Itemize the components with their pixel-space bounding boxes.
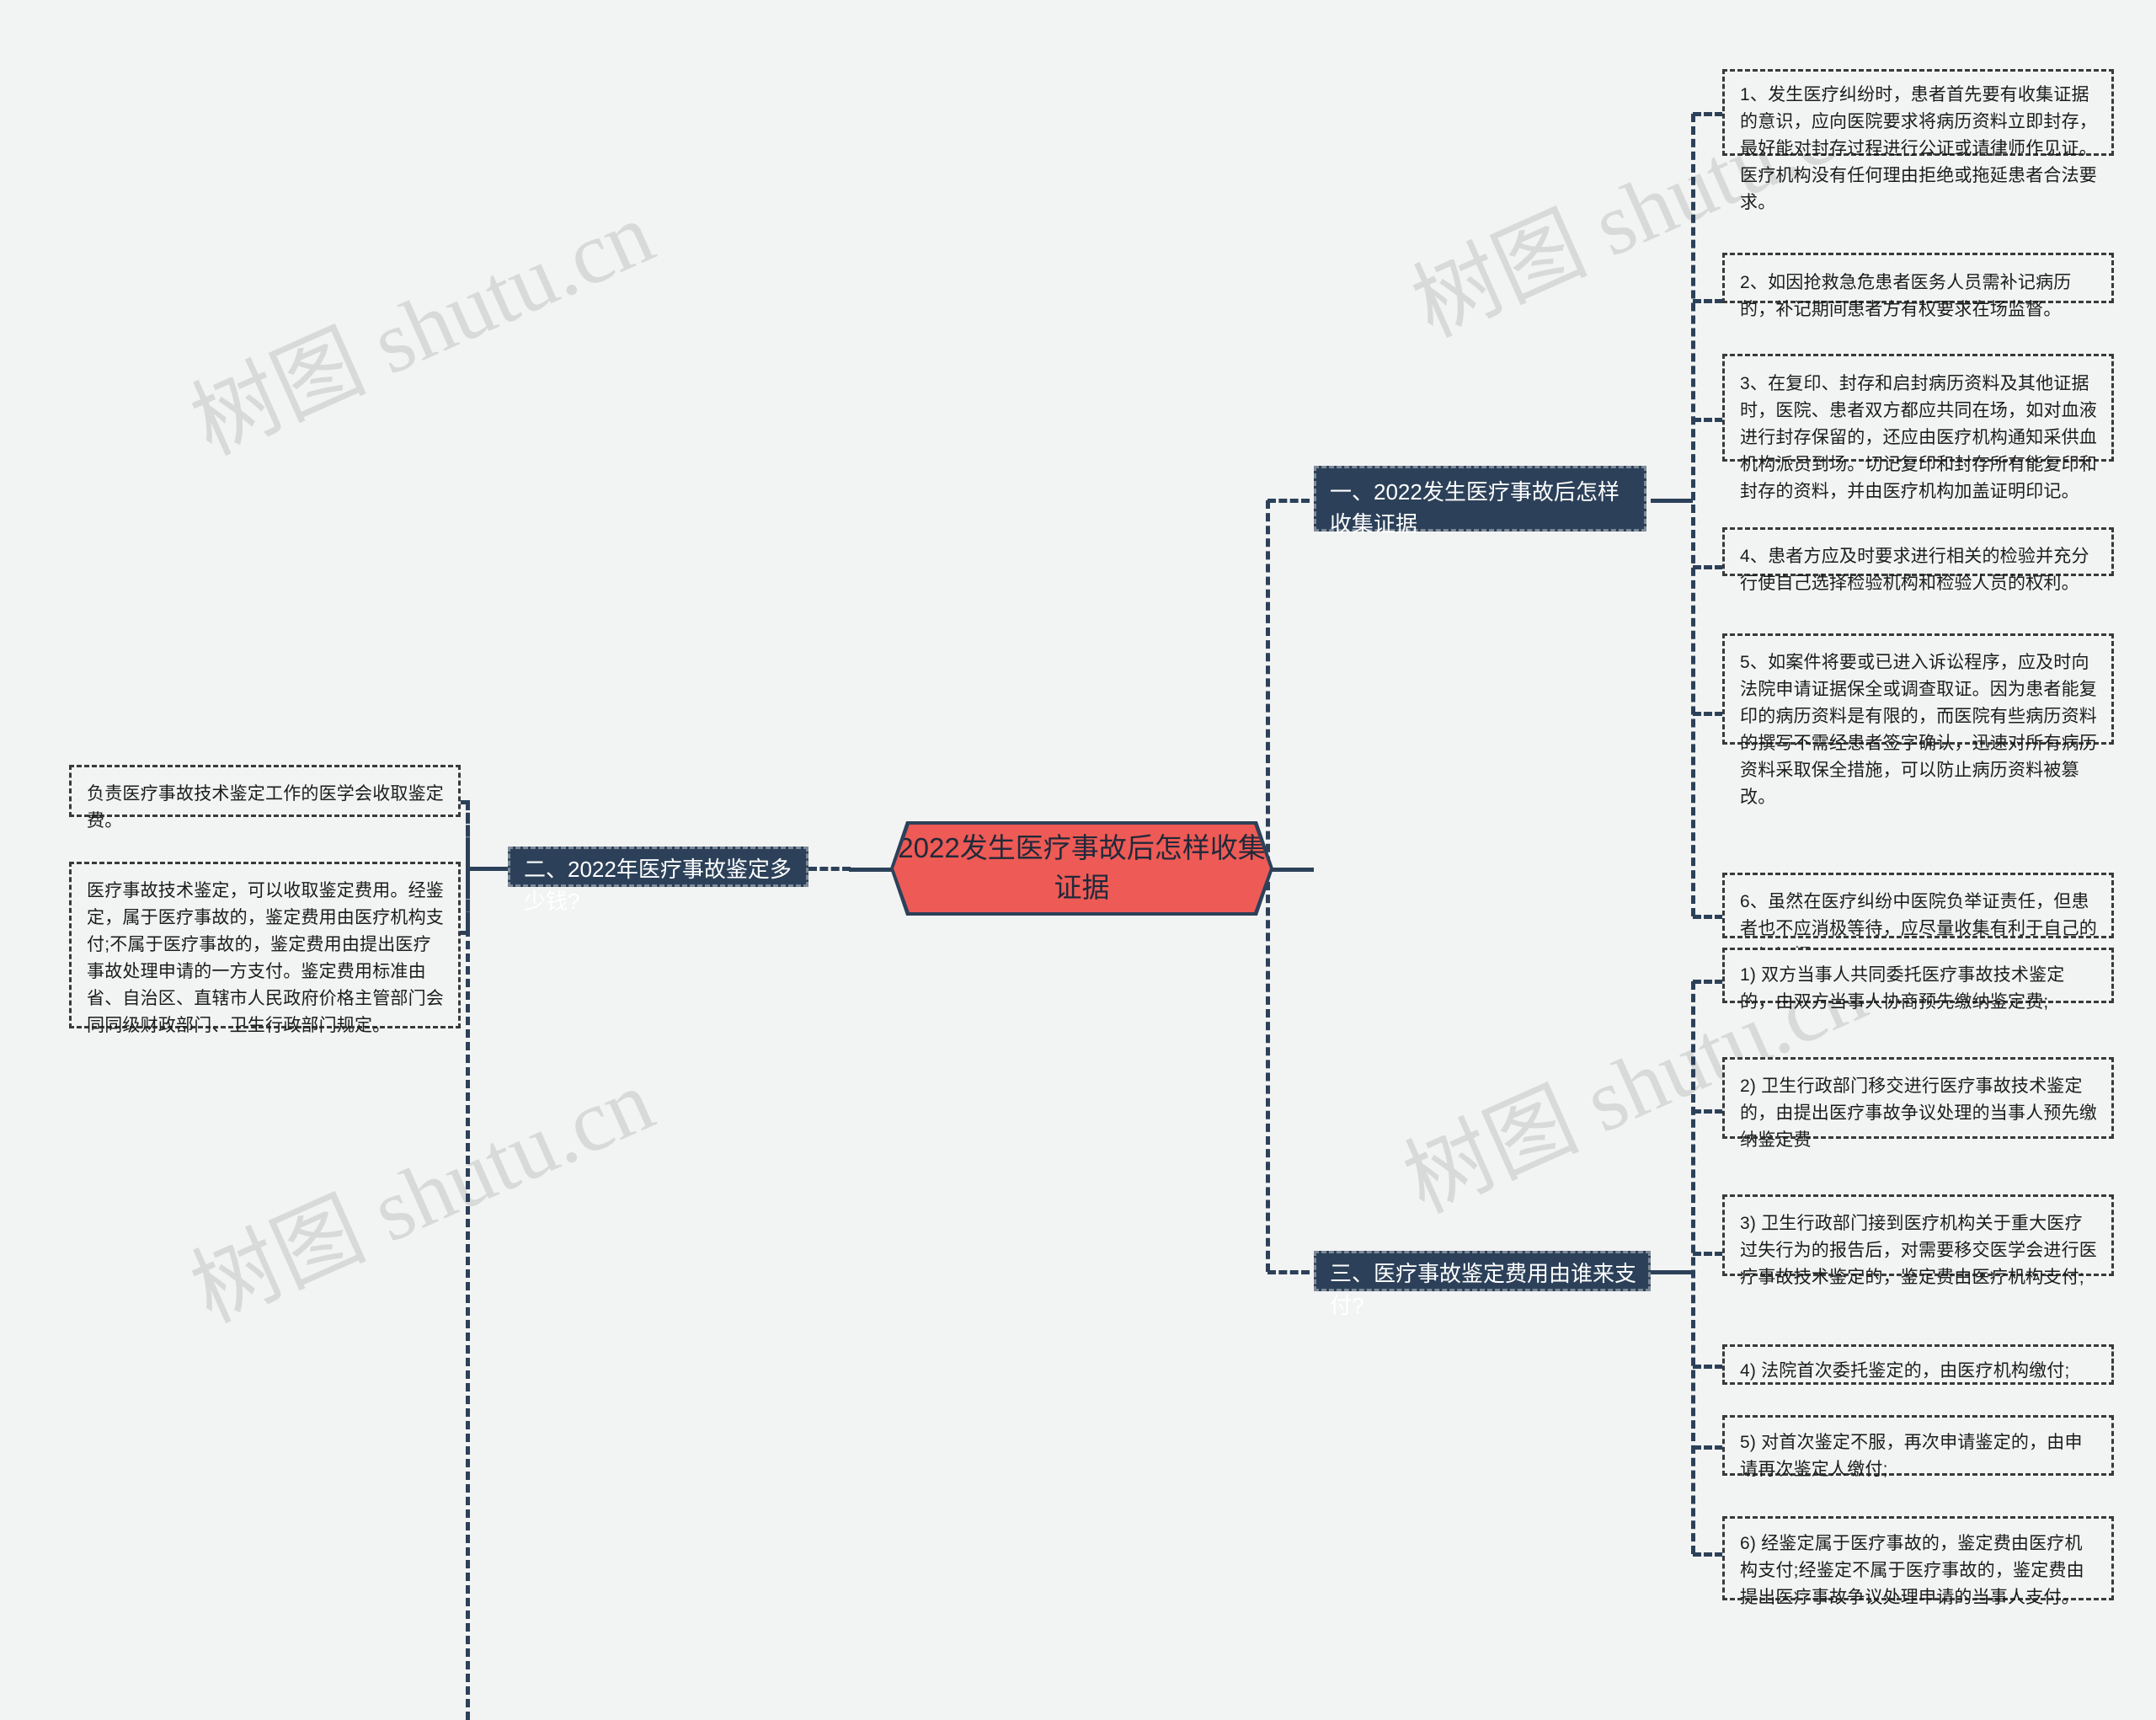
branch-node-3[interactable]: 三、医疗事故鉴定费用由谁来支付? xyxy=(1314,1251,1651,1318)
leaf-box[interactable]: 2、如因抢救急危患者医务人员需补记病历的，补记期间患者方有权要求在场监督。 xyxy=(1722,253,2114,319)
branch-node-2[interactable]: 二、2022年医疗事故鉴定多少钱? xyxy=(508,847,808,914)
leaf-box[interactable]: 4) 法院首次委托鉴定的，由医疗机构缴付; xyxy=(1722,1344,2114,1385)
leaf-box[interactable]: 3) 卫生行政部门接到医疗机构关于重大医疗过失行为的报告后，对需要移交医学会进行… xyxy=(1722,1194,2114,1287)
connector-branch2-out xyxy=(467,867,510,871)
leaf-text: 2、如因抢救急危患者医务人员需补记病历的，补记期间患者方有权要求在场监督。 xyxy=(1740,273,2072,319)
leaf-box[interactable]: 负责医疗事故技术鉴定工作的医学会收取鉴定费。 xyxy=(69,765,461,831)
leaf-box[interactable]: 6、虽然在医疗纠纷中医院负举证责任，但患者也不应消极等待，应尽量收集有利于自己的… xyxy=(1722,873,2114,965)
connector-branch1-leaf-2 xyxy=(1693,299,1723,303)
leaf-text: 5) 对首次鉴定不服，再次申请鉴定的，由申请再次鉴定人缴付; xyxy=(1740,1433,2083,1479)
leaf-text: 5、如案件将要或已进入诉讼程序，应及时向法院申请证据保全或调查取证。因为患者能复… xyxy=(1740,653,2097,807)
leaf-text: 4、患者方应及时要求进行相关的检验并充分行使自己选择检验机构和检验人员的权利。 xyxy=(1740,547,2089,593)
leaf-box[interactable]: 3、在复印、封存和启封病历资料及其他证据时，医院、患者双方都应共同在场，如对血液… xyxy=(1722,354,2114,501)
connector-stub-branch-1 xyxy=(1267,499,1310,503)
connector-branch3-leaf-1 xyxy=(1693,980,1723,984)
connector-branch3-leaf-6 xyxy=(1693,1552,1723,1557)
leaf-text: 2) 卫生行政部门移交进行医疗事故技术鉴定的，由提出医疗事故争议处理的当事人预先… xyxy=(1740,1076,2097,1150)
leaf-box[interactable]: 4、患者方应及时要求进行相关的检验并充分行使自己选择检验机构和检验人员的权利。 xyxy=(1722,527,2114,593)
leaf-text: 负责医疗事故技术鉴定工作的医学会收取鉴定费。 xyxy=(87,784,444,831)
leaf-box[interactable]: 1、发生医疗纠纷时，患者首先要有收集证据的意识，应向医院要求将病历资料立即封存，… xyxy=(1722,69,2114,212)
branch-node-1-label: 一、2022发生医疗事故后怎样收集证据 xyxy=(1330,479,1620,537)
mindmap-canvas: 树图 shutu.cn 树图 shutu.cn 树图 shutu.cn 树图 s… xyxy=(0,0,2156,1720)
connector-branch1-out xyxy=(1651,499,1693,503)
connector-branch2-trunkfix xyxy=(466,800,470,932)
branch-node-3-label: 三、医疗事故鉴定费用由谁来支付? xyxy=(1330,1261,1637,1318)
leaf-text: 4) 法院首次委托鉴定的，由医疗机构缴付; xyxy=(1740,1361,2070,1381)
connector-central-left xyxy=(849,868,895,872)
central-node-label: 2022发生医疗事故后怎样收集证据 xyxy=(898,832,1266,903)
connector-branch3-leaf-4 xyxy=(1693,1365,1723,1369)
branch-node-1[interactable]: 一、2022发生医疗事故后怎样收集证据 xyxy=(1314,466,1646,537)
connector-branch1-leaf-4 xyxy=(1693,565,1723,569)
leaf-text: 3) 卫生行政部门接到医疗机构关于重大医疗过失行为的报告后，对需要移交医学会进行… xyxy=(1740,1214,2097,1287)
connector-branch3-trunk xyxy=(1691,981,1695,1554)
connector-branch1-leaf-1 xyxy=(1693,112,1723,116)
connector-branch3-out xyxy=(1651,1270,1693,1274)
leaf-text: 1) 双方当事人共同委托医疗事故技术鉴定的，由双方当事人协商预先缴纳鉴定费; xyxy=(1740,965,2065,1012)
central-node[interactable]: 2022发生医疗事故后怎样收集证据 xyxy=(894,825,1270,912)
leaf-box[interactable]: 1) 双方当事人共同委托医疗事故技术鉴定的，由双方当事人协商预先缴纳鉴定费; xyxy=(1722,948,2114,1012)
connector-branch2-trunk xyxy=(466,802,470,1720)
connector-branch1-leaf-6 xyxy=(1693,915,1723,919)
connector-branch1-leaf-3 xyxy=(1693,418,1723,422)
watermark: 树图 shutu.cn xyxy=(178,184,667,473)
leaf-text: 6) 经鉴定属于医疗事故的，鉴定费由医疗机构支付;经鉴定不属于医疗事故的，鉴定费… xyxy=(1740,1534,2084,1607)
connector-central-right xyxy=(1267,868,1314,872)
connector-branch3-leaf-3 xyxy=(1693,1252,1723,1256)
connector-stub-branch-2 xyxy=(808,867,851,871)
leaf-box[interactable]: 5) 对首次鉴定不服，再次申请鉴定的，由申请再次鉴定人缴付; xyxy=(1722,1415,2114,1479)
leaf-text: 3、在复印、封存和启封病历资料及其他证据时，医院、患者双方都应共同在场，如对血液… xyxy=(1740,374,2097,501)
leaf-text: 1、发生医疗纠纷时，患者首先要有收集证据的意识，应向医院要求将病历资料立即封存，… xyxy=(1740,85,2097,212)
branch-node-2-label: 二、2022年医疗事故鉴定多少钱? xyxy=(524,857,792,914)
connector-branch3-leaf-5 xyxy=(1693,1445,1723,1450)
leaf-box[interactable]: 医疗事故技术鉴定，可以收取鉴定费用。经鉴定，属于医疗事故的，鉴定费用由医疗机构支… xyxy=(69,862,461,1035)
connector-stub-branch-3 xyxy=(1267,1270,1310,1274)
connector-branch1-leaf-5 xyxy=(1693,712,1723,716)
leaf-box[interactable]: 6) 经鉴定属于医疗事故的，鉴定费由医疗机构支付;经鉴定不属于医疗事故的，鉴定费… xyxy=(1722,1516,2114,1607)
leaf-box[interactable]: 2) 卫生行政部门移交进行医疗事故技术鉴定的，由提出医疗事故争议处理的当事人预先… xyxy=(1722,1057,2114,1150)
leaf-text: 医疗事故技术鉴定，可以收取鉴定费用。经鉴定，属于医疗事故的，鉴定费用由医疗机构支… xyxy=(87,881,444,1035)
connector-branch1-trunk xyxy=(1691,114,1695,916)
watermark: 树图 shutu.cn xyxy=(178,1052,667,1341)
leaf-box[interactable]: 5、如案件将要或已进入诉讼程序，应及时向法院申请证据保全或调查取证。因为患者能复… xyxy=(1722,633,2114,807)
connector-branch3-leaf-2 xyxy=(1693,1109,1723,1114)
